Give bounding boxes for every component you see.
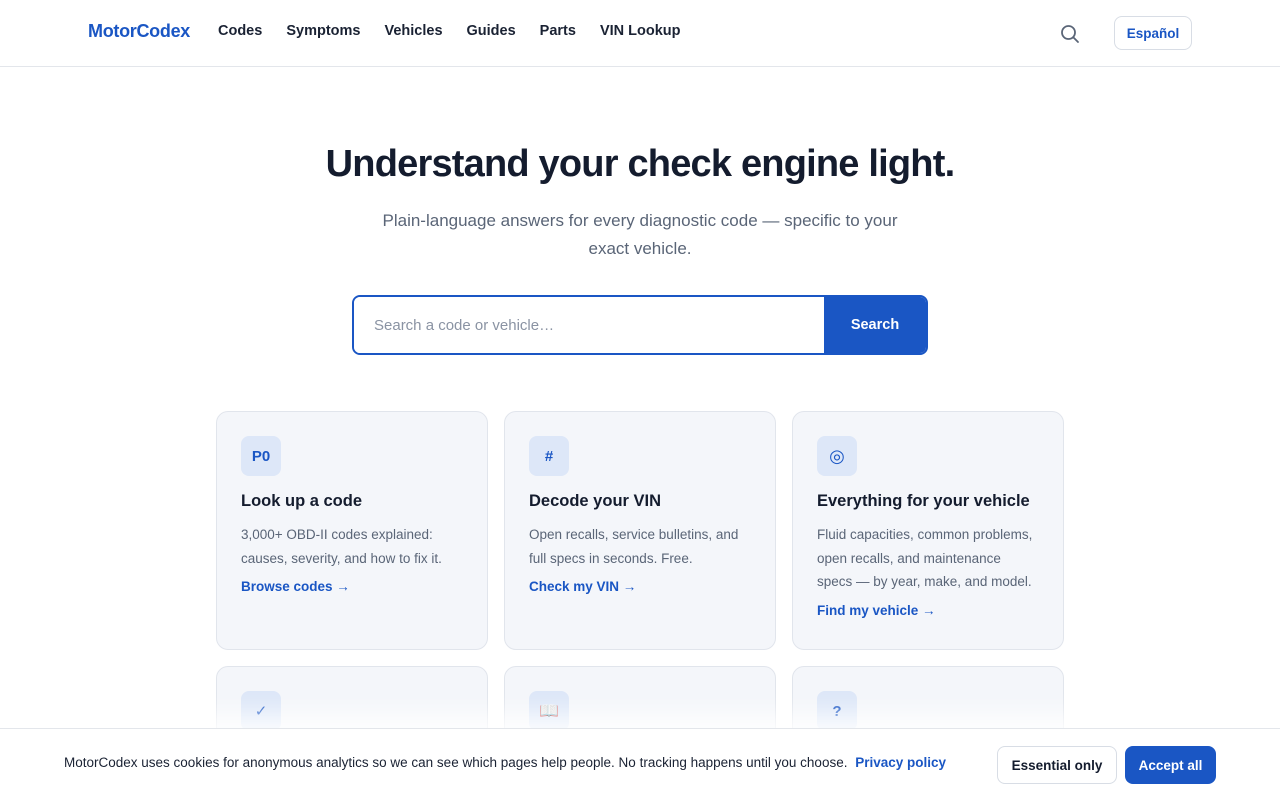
nav-vehicles[interactable]: Vehicles <box>384 23 442 39</box>
target-icon: ◎ <box>817 436 857 476</box>
site-logo[interactable]: MotorCodex <box>88 21 190 42</box>
hash-icon: # <box>529 436 569 476</box>
nav-symptoms[interactable]: Symptoms <box>286 23 360 39</box>
card-look-up-code: P0 Look up a code 3,000+ OBD-II codes ex… <box>216 411 488 650</box>
nav-parts[interactable]: Parts <box>540 23 576 39</box>
main-nav: Codes Symptoms Vehicles Guides Parts VIN… <box>218 23 705 39</box>
card-decode-vin: # Decode your VIN Open recalls, service … <box>504 411 776 650</box>
hero-title: Understand your check engine light. <box>325 143 955 185</box>
hero-search-button[interactable]: Search <box>824 297 926 353</box>
hero-search-input[interactable] <box>354 297 824 353</box>
hero-subtitle: Plain-language answers for every diagnos… <box>382 211 898 258</box>
page: MotorCodex Codes Symptoms Vehicles Guide… <box>0 0 1280 800</box>
find-vehicle-link[interactable]: Find my vehicle → <box>817 603 936 618</box>
browse-codes-link[interactable]: Browse codes → <box>241 579 350 594</box>
nav-guides[interactable]: Guides <box>467 23 516 39</box>
cookie-text: MotorCodex uses cookies for anonymous an… <box>64 755 848 770</box>
card-description: Open recalls, service bulletins, and ful… <box>529 527 739 566</box>
privacy-policy-link[interactable]: Privacy policy <box>855 755 946 770</box>
card-description: 3,000+ OBD-II codes explained: causes, s… <box>241 527 442 566</box>
obd-code-icon: P0 <box>241 436 281 476</box>
card-title: Look up a code <box>241 492 363 510</box>
card-description: Fluid capacities, common problems, open … <box>817 527 1033 589</box>
nav-codes[interactable]: Codes <box>218 23 262 39</box>
language-toggle-button[interactable]: Español <box>1114 16 1192 50</box>
check-vin-link[interactable]: Check my VIN → <box>529 579 636 594</box>
nav-vin-lookup[interactable]: VIN Lookup <box>600 23 681 39</box>
card-vehicle: ◎ Everything for your vehicle Fluid capa… <box>792 411 1064 650</box>
essential-only-button[interactable]: Essential only <box>997 746 1117 784</box>
question-icon: ? <box>817 691 857 731</box>
cookie-banner: MotorCodex uses cookies for anonymous an… <box>0 728 1280 800</box>
hero-search-form: Search <box>352 295 928 355</box>
site-header: MotorCodex Codes Symptoms Vehicles Guide… <box>0 0 1280 67</box>
book-icon: 📖 <box>529 691 569 731</box>
card-title: Decode your VIN <box>529 492 662 510</box>
cookie-message: MotorCodex uses cookies for anonymous an… <box>64 755 946 770</box>
card-title: Everything for your vehicle <box>817 492 1030 510</box>
accept-all-button[interactable]: Accept all <box>1125 746 1216 784</box>
checkmark-icon: ✓ <box>241 691 281 731</box>
search-icon[interactable] <box>1058 22 1082 46</box>
